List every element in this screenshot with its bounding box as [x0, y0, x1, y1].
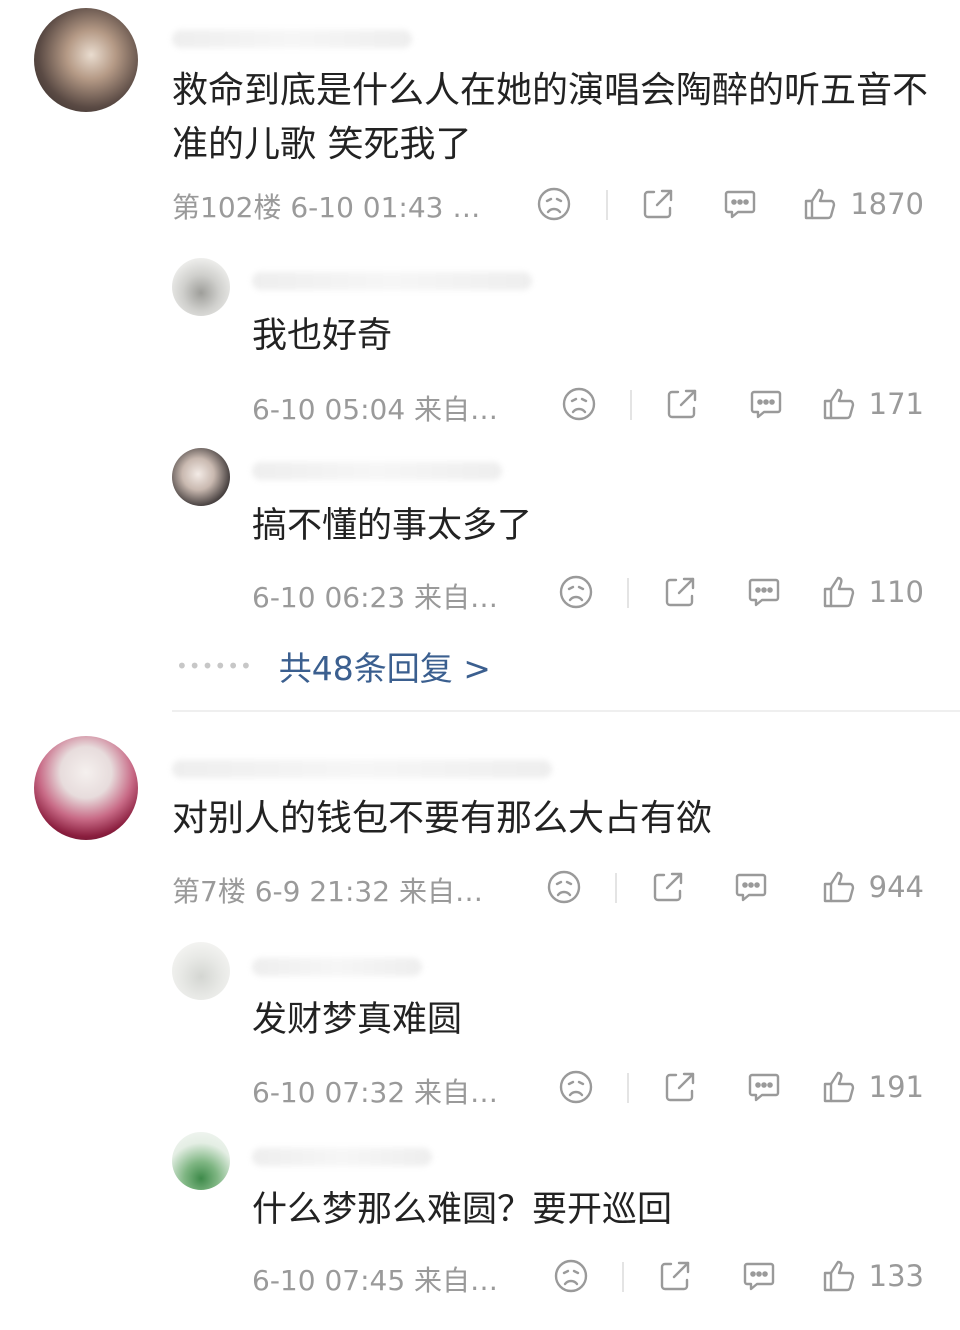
- thumbs-up-icon: [802, 186, 838, 222]
- comment-meta: 第102楼 6-10 01:43 …: [172, 191, 481, 224]
- share-icon[interactable]: [650, 869, 686, 905]
- share-icon[interactable]: [657, 1258, 693, 1294]
- avatar[interactable]: [34, 736, 138, 840]
- thumbs-up-icon: [821, 869, 857, 905]
- like-button[interactable]: 1870: [802, 184, 924, 224]
- comment-icon[interactable]: [741, 1258, 777, 1294]
- avatar[interactable]: [34, 8, 138, 112]
- like-button[interactable]: 171: [821, 384, 924, 424]
- like-button[interactable]: 133: [821, 1256, 924, 1296]
- comment-icon[interactable]: [722, 186, 758, 222]
- thumbs-up-icon: [821, 386, 857, 422]
- dots-separator: ••••••: [176, 654, 253, 678]
- reply-text: 发财梦真难圆: [252, 1000, 463, 1040]
- username-blurred[interactable]: [172, 30, 412, 48]
- comment-icon[interactable]: [733, 869, 769, 905]
- share-icon[interactable]: [664, 386, 700, 422]
- sad-face-icon[interactable]: [558, 1069, 594, 1105]
- username-blurred[interactable]: [252, 462, 502, 480]
- share-icon[interactable]: [640, 186, 676, 222]
- sad-face-icon[interactable]: [546, 869, 582, 905]
- more-replies-label: 共48条回复 >: [278, 649, 491, 688]
- reply-meta: 6-10 06:23 来自…: [252, 581, 499, 614]
- username-blurred[interactable]: [252, 958, 422, 976]
- sad-face-icon[interactable]: [536, 186, 572, 222]
- like-count: 171: [868, 387, 924, 421]
- avatar[interactable]: [172, 258, 230, 316]
- reply-text: 什么梦那么难圆？要开巡回: [252, 1190, 673, 1230]
- share-icon[interactable]: [662, 574, 698, 610]
- comment-icon[interactable]: [748, 386, 784, 422]
- divider: [627, 578, 629, 608]
- thumbs-up-icon: [821, 574, 857, 610]
- divider: [630, 390, 632, 420]
- like-count: 110: [868, 575, 924, 609]
- sad-face-icon[interactable]: [558, 574, 594, 610]
- like-count: 944: [868, 870, 924, 904]
- reply-text: 搞不懂的事太多了: [252, 506, 533, 546]
- like-count: 1870: [850, 187, 924, 221]
- divider: [172, 710, 960, 712]
- divider: [615, 873, 617, 903]
- comment-meta: 第7楼 6-9 21:32 来自…: [172, 875, 483, 908]
- more-replies-link[interactable]: •••••• 共48条回复 >: [176, 642, 491, 690]
- thumbs-up-icon: [821, 1258, 857, 1294]
- reply-text: 我也好奇: [252, 316, 393, 356]
- comment-icon[interactable]: [746, 1069, 782, 1105]
- like-button[interactable]: 191: [821, 1067, 924, 1107]
- sad-face-icon[interactable]: [561, 386, 597, 422]
- thumbs-up-icon: [821, 1069, 857, 1105]
- avatar[interactable]: [172, 448, 230, 506]
- reply-meta: 6-10 07:32 来自…: [252, 1076, 499, 1109]
- divider: [627, 1073, 629, 1103]
- divider: [606, 190, 608, 220]
- like-count: 133: [868, 1259, 924, 1293]
- comment-text: 对别人的钱包不要有那么大占有欲: [172, 798, 713, 839]
- reply-meta: 6-10 07:45 来自…: [252, 1264, 499, 1297]
- like-count: 191: [868, 1070, 924, 1104]
- sad-face-icon[interactable]: [553, 1258, 589, 1294]
- comment-text: 救命到底是什么人在她的演唱会陶醉的听五音不准的儿歌 笑死我了: [172, 70, 929, 165]
- username-blurred[interactable]: [252, 272, 532, 290]
- divider: [622, 1262, 624, 1292]
- username-blurred[interactable]: [252, 1148, 432, 1166]
- avatar[interactable]: [172, 1132, 230, 1190]
- share-icon[interactable]: [662, 1069, 698, 1105]
- comment-icon[interactable]: [746, 574, 782, 610]
- username-blurred[interactable]: [172, 760, 552, 778]
- like-button[interactable]: 110: [821, 572, 924, 612]
- avatar[interactable]: [172, 942, 230, 1000]
- like-button[interactable]: 944: [821, 867, 924, 907]
- reply-meta: 6-10 05:04 来自…: [252, 393, 499, 426]
